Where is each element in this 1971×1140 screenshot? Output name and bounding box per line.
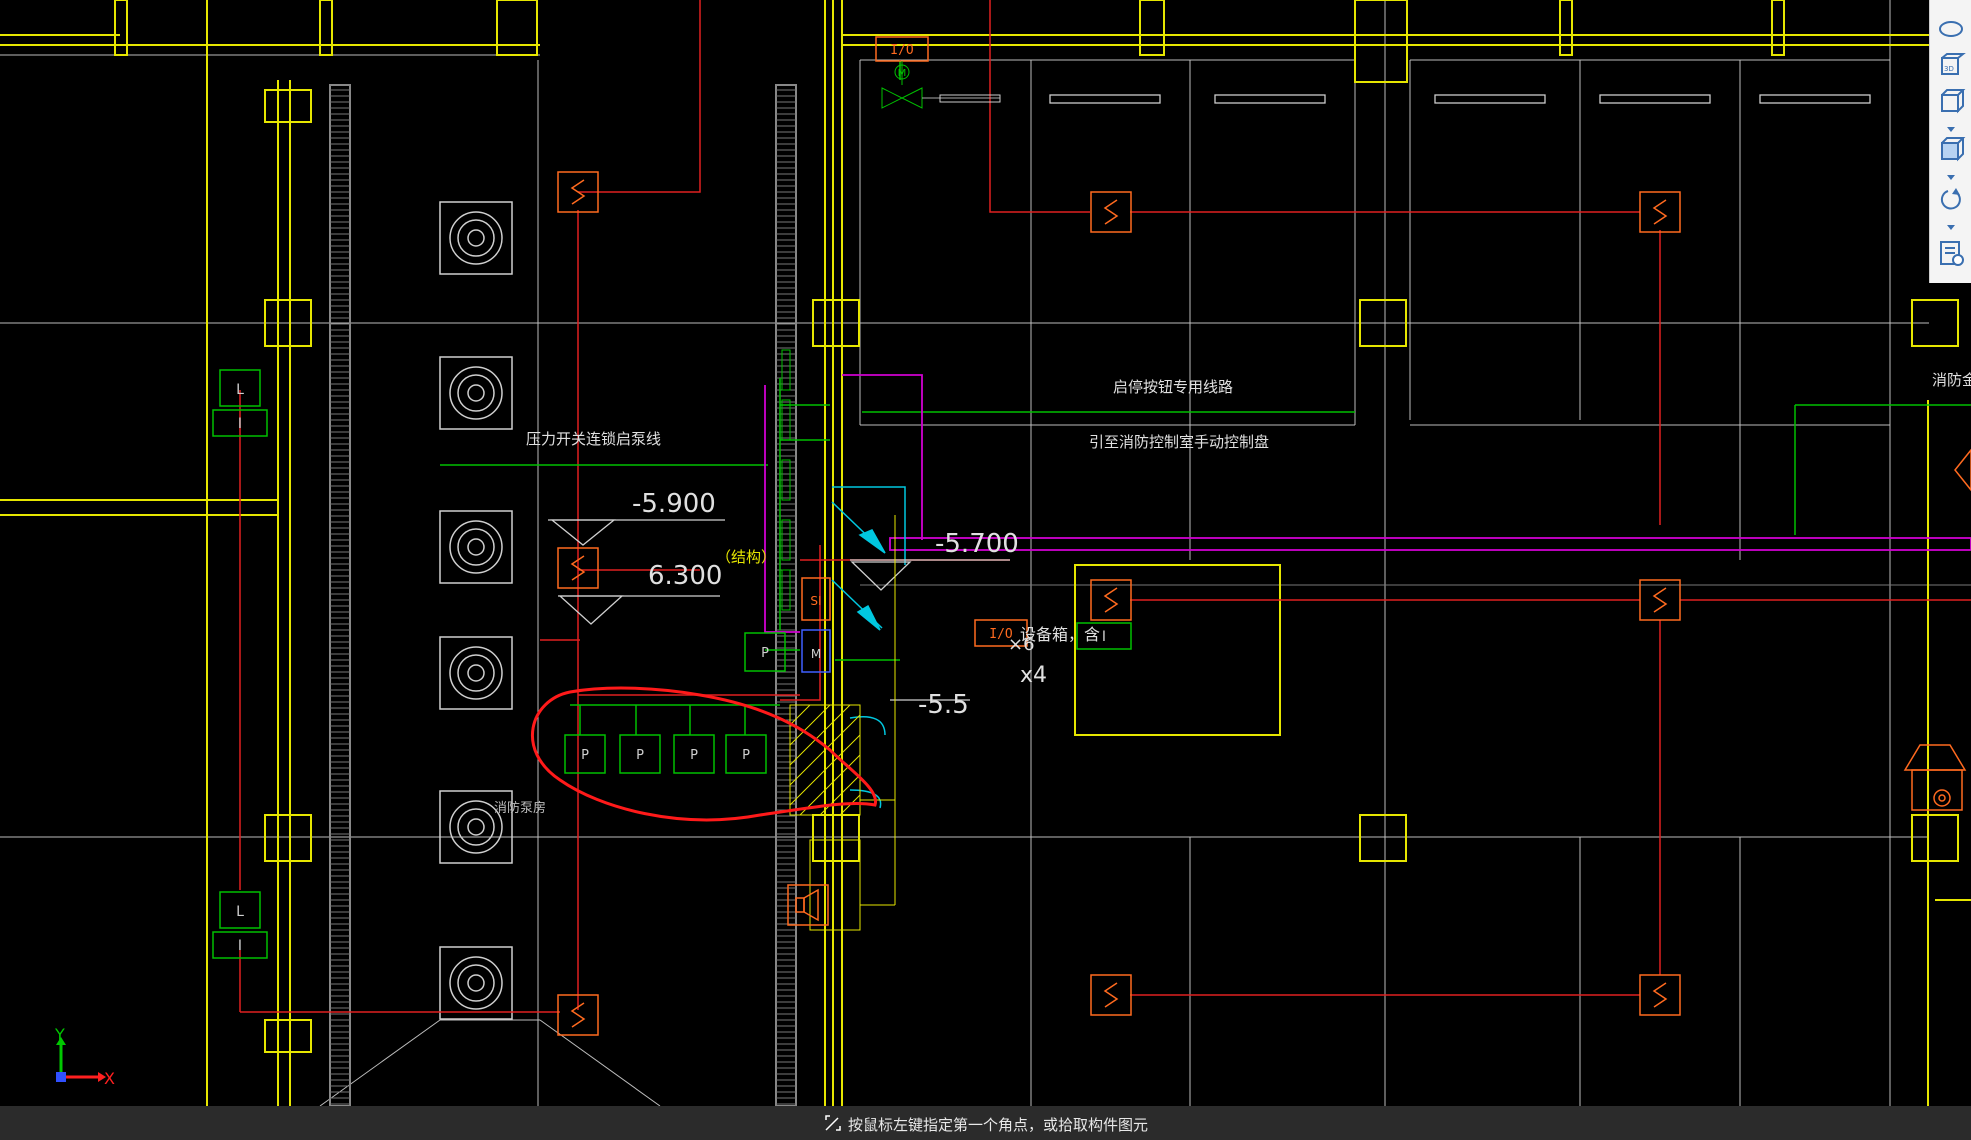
layer-props-icon[interactable]	[1936, 238, 1966, 268]
command-prompt-bar: 按鼠标左键指定第一个角点，或拾取构件图元	[0, 1106, 1971, 1140]
svg-text:L: L	[236, 382, 244, 398]
svg-text:M: M	[811, 647, 821, 661]
cursor-pick-icon	[822, 1112, 844, 1138]
svg-text:-5.900: -5.900	[632, 489, 716, 519]
cube-view-icon[interactable]	[1936, 86, 1966, 116]
svg-text:-5.700: -5.700	[935, 529, 1019, 559]
svg-text:x4: x4	[1020, 663, 1047, 688]
3d-view-icon[interactable]: 3D	[1936, 50, 1966, 80]
cad-drawing-canvas[interactable]: I/O M L I L I P P P P P SI M I/O I 压力开关连…	[0, 0, 1971, 1140]
view-toolbar: 3D	[1929, 0, 1971, 283]
svg-text:6.300: 6.300	[648, 561, 722, 591]
chevron-down-icon[interactable]	[1944, 120, 1958, 132]
svg-text:P: P	[690, 748, 698, 763]
svg-text:-5.5: -5.5	[918, 690, 969, 720]
svg-text:L: L	[236, 904, 244, 920]
svg-text:P: P	[761, 646, 769, 661]
svg-text:P: P	[636, 748, 644, 763]
chevron-down-icon[interactable]	[1944, 218, 1958, 230]
svg-text:（结构）: （结构）	[716, 548, 776, 566]
svg-text:P: P	[742, 748, 750, 763]
svg-text:I: I	[1102, 629, 1106, 645]
svg-text:I: I	[238, 416, 242, 432]
svg-text:消防泵房: 消防泵房	[494, 800, 546, 816]
command-prompt-text: 按鼠标左键指定第一个角点，或拾取构件图元	[848, 1116, 1149, 1134]
svg-text:I/O: I/O	[890, 43, 914, 58]
solid-cube-icon[interactable]	[1936, 134, 1966, 164]
svg-text:启停按钮专用线路: 启停按钮专用线路	[1113, 378, 1233, 396]
svg-text:SI: SI	[810, 594, 821, 608]
svg-text:X: X	[104, 1069, 115, 1088]
svg-text:I: I	[238, 938, 242, 954]
svg-text:P: P	[581, 748, 589, 763]
svg-text:消防金: 消防金	[1932, 371, 1971, 389]
svg-text:引至消防控制室手动控制盘: 引至消防控制室手动控制盘	[1089, 433, 1269, 451]
orbit-icon[interactable]	[1936, 14, 1966, 44]
svg-text:3D: 3D	[1944, 65, 1954, 73]
svg-text:压力开关连锁启泵线: 压力开关连锁启泵线	[526, 430, 661, 448]
svg-text:×6: ×6	[1008, 634, 1035, 655]
rotate-icon[interactable]	[1936, 184, 1966, 214]
chevron-down-icon[interactable]	[1944, 168, 1958, 180]
svg-text:M: M	[898, 68, 907, 79]
